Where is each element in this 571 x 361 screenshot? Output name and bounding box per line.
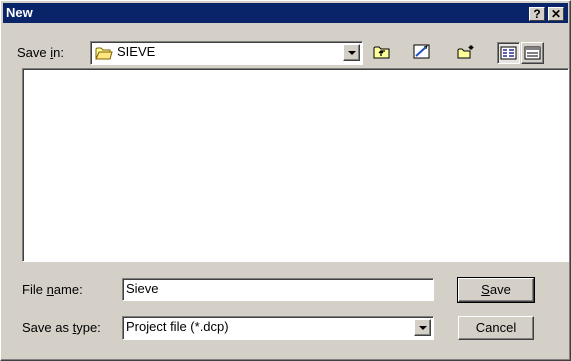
save-as-type-value: Project file (*.dcp)	[126, 319, 229, 334]
folder-up-icon	[373, 44, 391, 63]
new-dialog: New ? ✕ Save in: SIEVE File name: Sieve …	[0, 0, 571, 361]
save-as-type-combo[interactable]: Project file (*.dcp)	[122, 316, 434, 340]
details-view-icon	[524, 45, 542, 64]
close-button[interactable]: ✕	[548, 7, 564, 21]
create-new-folder-button[interactable]	[455, 42, 478, 64]
save-in-dropdown-button[interactable]	[343, 44, 360, 61]
file-list[interactable]	[22, 68, 569, 262]
chevron-down-icon	[348, 51, 356, 55]
list-view-button[interactable]	[497, 42, 520, 64]
save-button[interactable]: Save	[457, 277, 535, 303]
new-folder-icon	[457, 44, 475, 63]
title-bar[interactable]: New ? ✕	[3, 3, 568, 23]
cancel-button[interactable]: Cancel	[458, 316, 534, 340]
save-in-value: SIEVE	[117, 44, 156, 59]
save-in-combo[interactable]: SIEVE	[90, 41, 363, 65]
file-name-input[interactable]: Sieve	[122, 278, 434, 301]
list-view-icon	[500, 45, 518, 64]
help-button[interactable]: ?	[529, 7, 545, 21]
save-in-label: Save in:	[17, 45, 64, 60]
desktop-icon	[413, 44, 431, 63]
details-view-button[interactable]	[521, 42, 544, 64]
file-name-label: File name:	[22, 282, 83, 297]
window-title: New	[6, 5, 33, 20]
folder-icon	[95, 45, 113, 64]
save-as-type-label: Save as type:	[22, 320, 101, 335]
save-as-type-dropdown-button[interactable]	[414, 319, 431, 336]
chevron-down-icon	[419, 326, 427, 330]
desktop-button[interactable]	[411, 42, 434, 64]
file-name-value: Sieve	[126, 281, 159, 296]
up-one-level-button[interactable]	[371, 42, 394, 64]
